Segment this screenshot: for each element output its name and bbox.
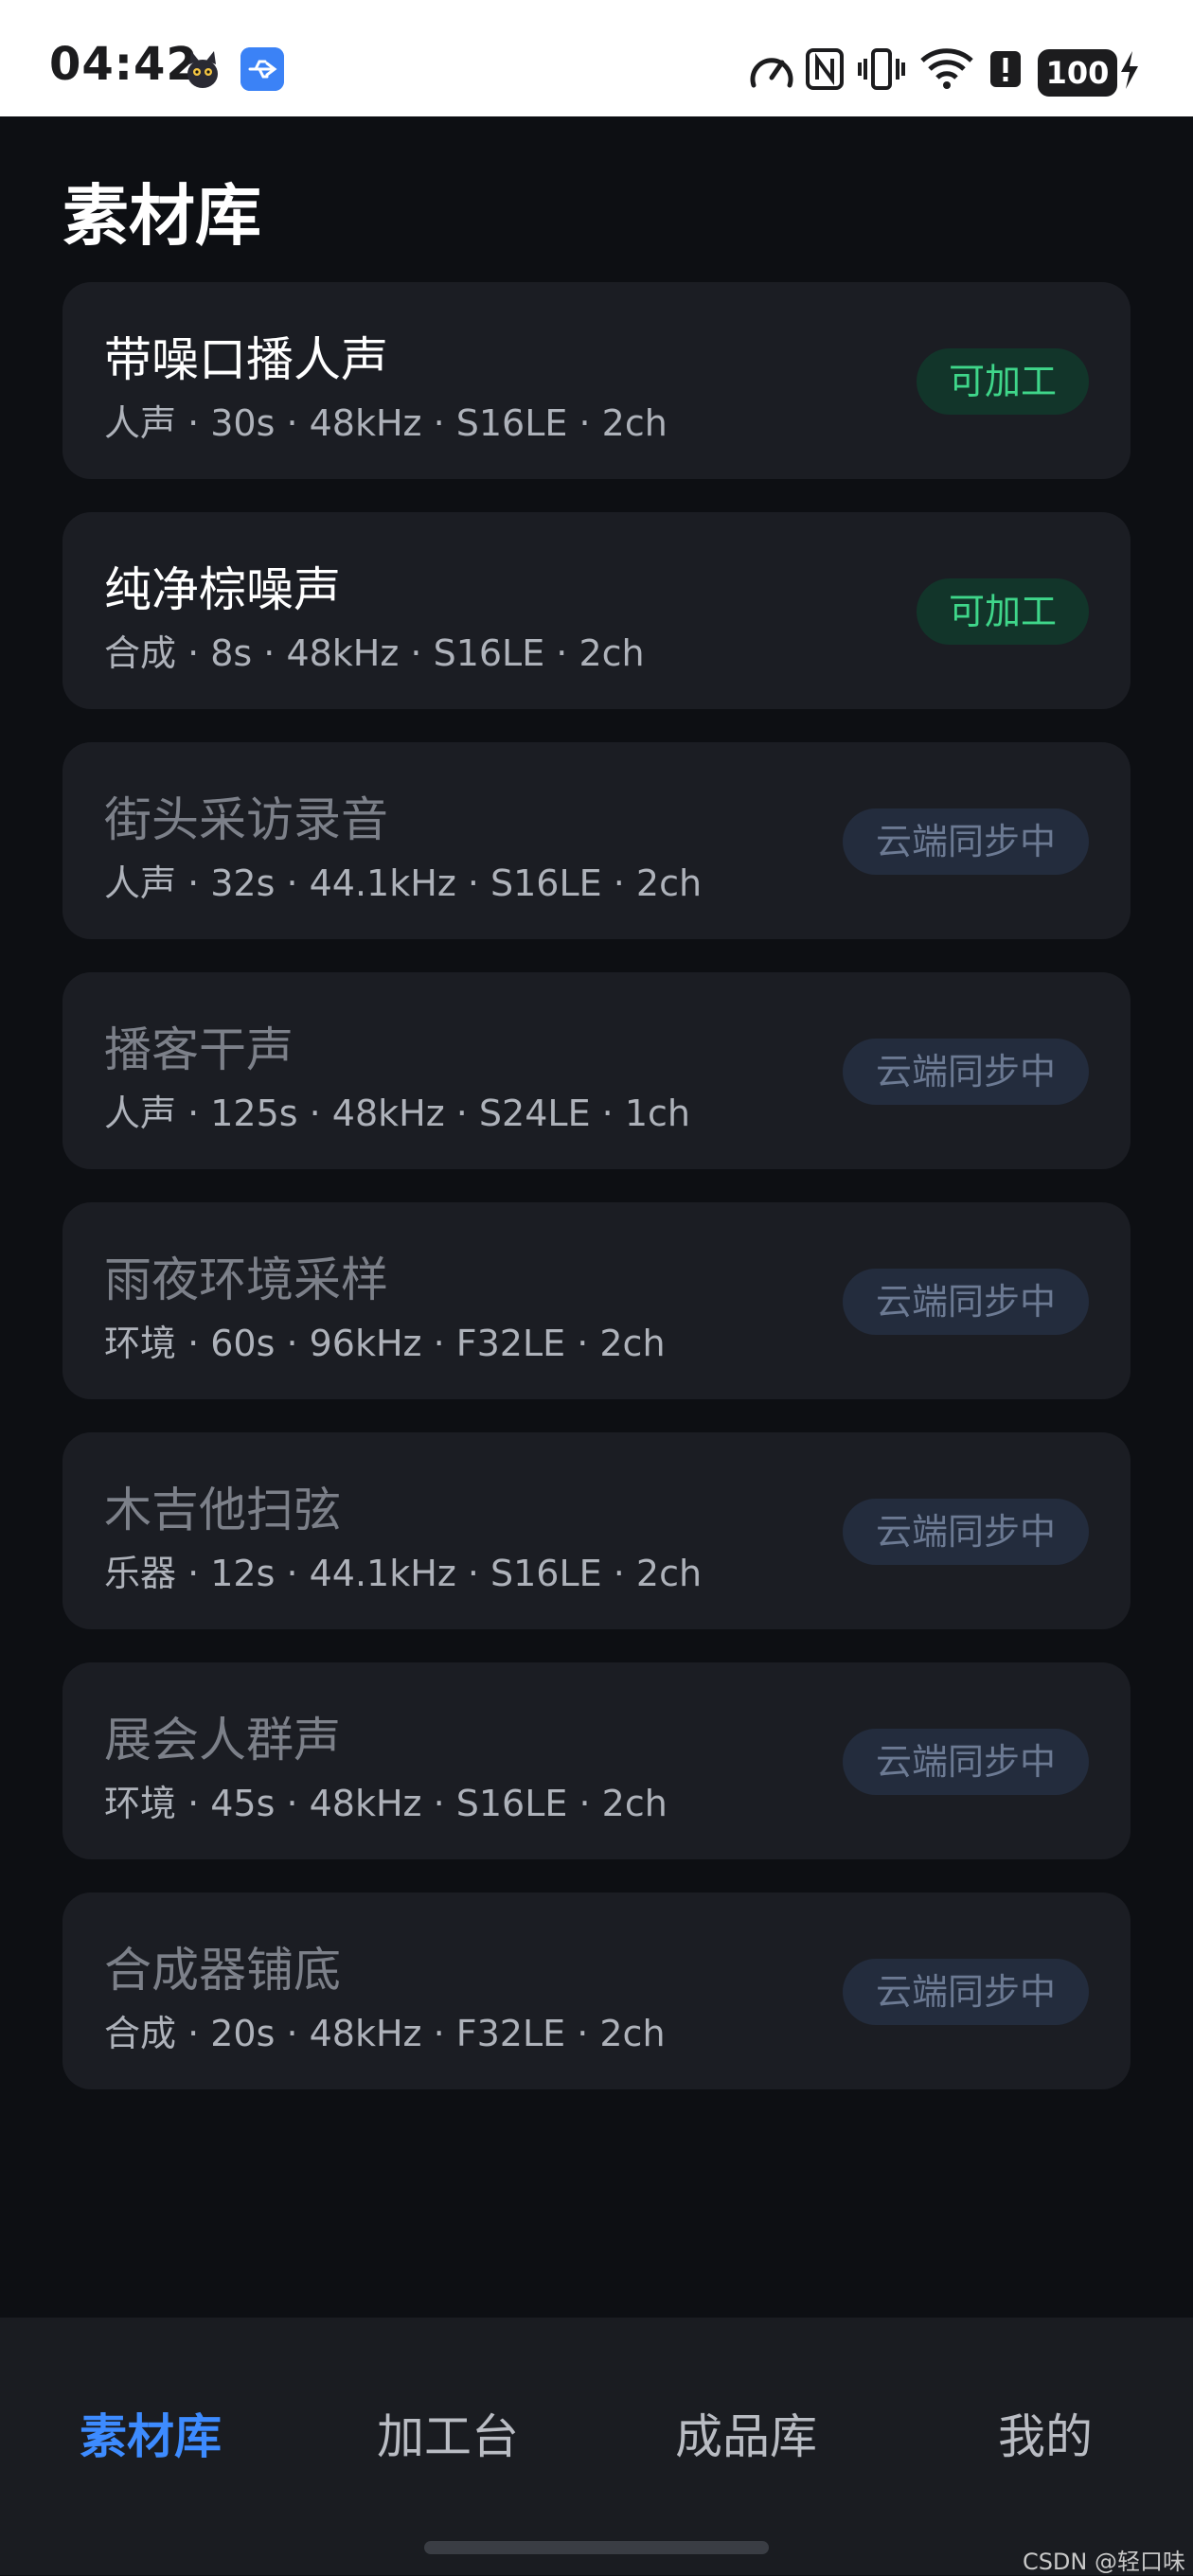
material-meta: 合成 · 8s · 48kHz · S16LE · 2ch xyxy=(104,632,645,674)
status-badge: 云端同步中 xyxy=(843,808,1089,875)
material-meta: 人声 · 30s · 48kHz · S16LE · 2ch xyxy=(104,402,668,444)
material-meta: 环境 · 45s · 48kHz · S16LE · 2ch xyxy=(104,1783,668,1824)
material-title: 街头采访录音 xyxy=(104,792,388,847)
material-title: 带噪口播人声 xyxy=(104,332,388,387)
tab-me[interactable]: 我的 xyxy=(998,2399,1093,2467)
material-title: 合成器铺底 xyxy=(104,1943,341,1998)
cat-avatar-icon xyxy=(187,51,218,88)
status-badge: 云端同步中 xyxy=(843,1269,1089,1335)
clock: 04:42 xyxy=(49,38,199,91)
page-title: 素材库 xyxy=(62,177,261,255)
status-badge: 可加工 xyxy=(917,578,1089,645)
usb-icon xyxy=(240,47,284,91)
nfc-icon xyxy=(806,48,844,90)
material-card[interactable]: 街头采访录音 人声 · 32s · 44.1kHz · S16LE · 2ch … xyxy=(62,742,1131,939)
material-title: 雨夜环境采样 xyxy=(104,1252,388,1307)
material-card[interactable]: 展会人群声 环境 · 45s · 48kHz · S16LE · 2ch 云端同… xyxy=(62,1662,1131,1859)
status-badge: 云端同步中 xyxy=(843,1039,1089,1105)
material-card[interactable]: 雨夜环境采样 环境 · 60s · 96kHz · F32LE · 2ch 云端… xyxy=(62,1202,1131,1399)
material-title: 木吉他扫弦 xyxy=(104,1483,341,1537)
status-badge: 云端同步中 xyxy=(843,1729,1089,1795)
battery-icon: 100 xyxy=(1038,49,1117,97)
material-card[interactable]: 木吉他扫弦 乐器 · 12s · 44.1kHz · S16LE · 2ch 云… xyxy=(62,1432,1131,1629)
material-meta: 人声 · 125s · 48kHz · S24LE · 1ch xyxy=(104,1093,690,1134)
tab-product-library[interactable]: 成品库 xyxy=(675,2399,817,2467)
speed-icon xyxy=(750,58,793,88)
alert-icon xyxy=(990,51,1021,87)
material-title: 展会人群声 xyxy=(104,1713,341,1768)
wifi-icon xyxy=(920,48,973,89)
vibrate-icon xyxy=(858,48,905,90)
material-card[interactable]: 带噪口播人声 人声 · 30s · 48kHz · S16LE · 2ch 可加… xyxy=(62,282,1131,479)
watermark: CSDN @轻口味 xyxy=(1022,2549,1185,2575)
status-bar: 04:42 100 xyxy=(0,0,1193,116)
tab-workbench[interactable]: 加工台 xyxy=(377,2399,519,2467)
material-title: 纯净棕噪声 xyxy=(104,562,341,617)
material-card[interactable]: 合成器铺底 合成 · 20s · 48kHz · F32LE · 2ch 云端同… xyxy=(62,1892,1131,2089)
material-meta: 环境 · 60s · 96kHz · F32LE · 2ch xyxy=(104,1323,666,1364)
material-card[interactable]: 纯净棕噪声 合成 · 8s · 48kHz · S16LE · 2ch 可加工 xyxy=(62,512,1131,709)
material-card[interactable]: 播客干声 人声 · 125s · 48kHz · S24LE · 1ch 云端同… xyxy=(62,972,1131,1169)
charging-icon xyxy=(1121,51,1138,89)
home-indicator[interactable] xyxy=(424,2541,769,2554)
tab-material-library[interactable]: 素材库 xyxy=(80,2399,222,2467)
status-badge: 云端同步中 xyxy=(843,1499,1089,1565)
material-meta: 乐器 · 12s · 44.1kHz · S16LE · 2ch xyxy=(104,1553,703,1594)
status-badge: 云端同步中 xyxy=(843,1959,1089,2025)
material-meta: 人声 · 32s · 44.1kHz · S16LE · 2ch xyxy=(104,862,703,904)
status-badge: 可加工 xyxy=(917,348,1089,415)
material-meta: 合成 · 20s · 48kHz · F32LE · 2ch xyxy=(104,2013,666,2054)
material-title: 播客干声 xyxy=(104,1022,294,1077)
bottom-tab-bar: 素材库 加工台 成品库 我的 xyxy=(0,2318,1193,2575)
